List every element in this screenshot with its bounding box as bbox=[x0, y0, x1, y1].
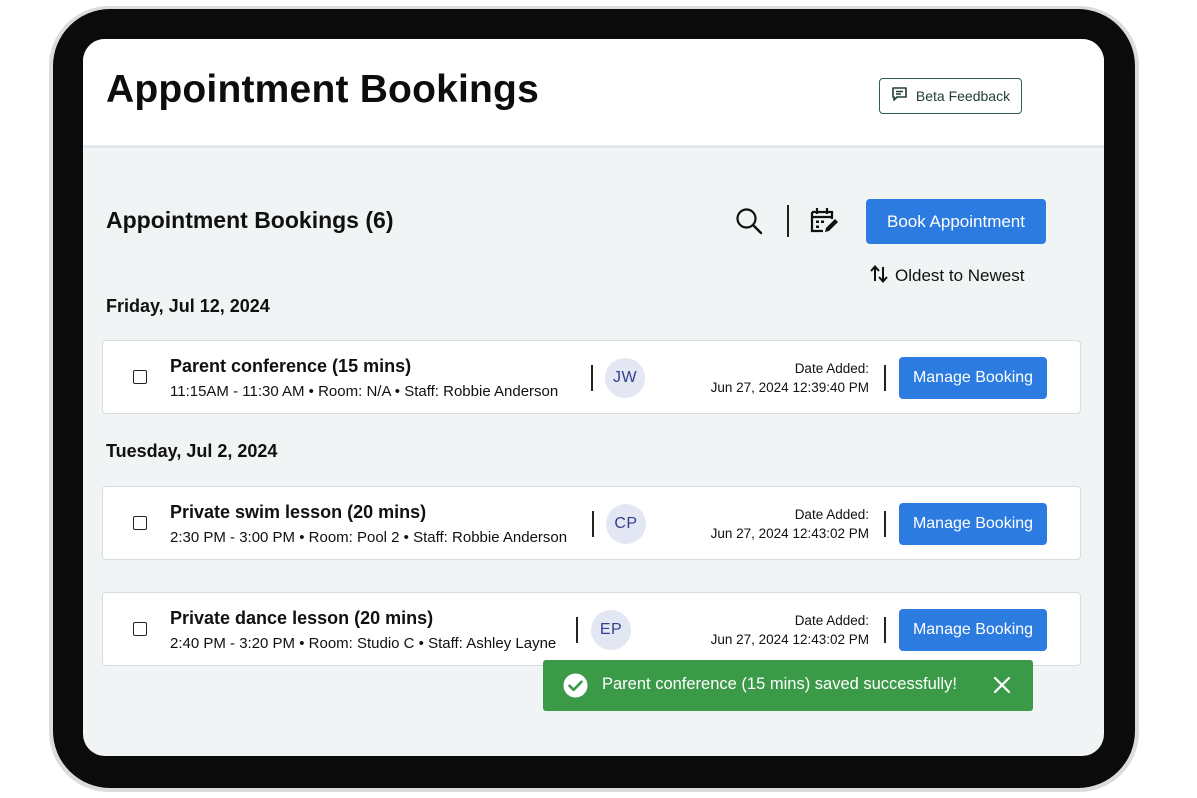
date-heading: Tuesday, Jul 2, 2024 bbox=[106, 441, 278, 461]
date-added: Date Added: Jun 27, 2024 12:43:02 PM bbox=[711, 505, 869, 543]
booking-details: 2:40 PM - 3:20 PM • Room: Studio C • Sta… bbox=[170, 635, 557, 652]
calendar-edit-icon[interactable] bbox=[809, 206, 841, 236]
success-toast: Parent conference (15 mins) saved succes… bbox=[543, 660, 1033, 711]
date-added-value: Jun 27, 2024 12:43:02 PM bbox=[710, 632, 869, 647]
toolbar-divider bbox=[787, 205, 789, 237]
card-divider bbox=[884, 365, 886, 391]
booking-title: Parent conference (15 mins) bbox=[170, 356, 412, 376]
manage-booking-button[interactable]: Manage Booking bbox=[899, 503, 1047, 545]
date-added-label: Date Added: bbox=[794, 613, 869, 628]
chat-icon bbox=[891, 86, 908, 107]
card-divider bbox=[884, 617, 886, 643]
booking-details: 2:30 PM - 3:00 PM • Room: Pool 2 • Staff… bbox=[170, 529, 568, 546]
page-header: Appointment Bookings Beta Feedback bbox=[83, 39, 1104, 148]
app-screen: Appointment Bookings Beta Feedback Appoi… bbox=[83, 39, 1104, 756]
sort-arrows-icon bbox=[869, 264, 889, 289]
booking-card: Private swim lesson (20 mins) 2:30 PM - … bbox=[102, 486, 1081, 560]
beta-feedback-label: Beta Feedback bbox=[915, 88, 1011, 104]
avatar: JW bbox=[605, 358, 645, 398]
page-title: Appointment Bookings bbox=[106, 68, 539, 111]
avatar: EP bbox=[591, 610, 631, 650]
section-title: Appointment Bookings (6) bbox=[106, 207, 394, 233]
booking-card: Parent conference (15 mins) 11:15AM - 11… bbox=[102, 340, 1081, 414]
check-circle-icon bbox=[563, 673, 588, 698]
card-divider bbox=[592, 511, 594, 537]
sort-label: Oldest to Newest bbox=[895, 266, 1025, 285]
date-added: Date Added: Jun 27, 2024 12:39:40 PM bbox=[711, 359, 869, 397]
booking-checkbox[interactable] bbox=[133, 516, 147, 530]
booking-checkbox[interactable] bbox=[133, 370, 147, 384]
date-added-label: Date Added: bbox=[794, 507, 869, 522]
toast-message: Parent conference (15 mins) saved succes… bbox=[602, 675, 957, 693]
booking-details: 11:15AM - 11:30 AM • Room: N/A • Staff: … bbox=[170, 383, 559, 400]
sort-toggle[interactable]: Oldest to Newest bbox=[869, 263, 1024, 289]
date-added-value: Jun 27, 2024 12:43:02 PM bbox=[710, 526, 869, 541]
avatar: CP bbox=[606, 504, 646, 544]
booking-card: Private dance lesson (20 mins) 2:40 PM -… bbox=[102, 592, 1081, 666]
manage-booking-button[interactable]: Manage Booking bbox=[899, 357, 1047, 399]
booking-title: Private swim lesson (20 mins) bbox=[170, 502, 427, 522]
search-icon[interactable] bbox=[734, 206, 764, 236]
manage-booking-button[interactable]: Manage Booking bbox=[899, 609, 1047, 651]
booking-checkbox[interactable] bbox=[133, 622, 147, 636]
card-divider bbox=[884, 511, 886, 537]
card-divider bbox=[576, 617, 578, 643]
close-icon[interactable] bbox=[992, 675, 1012, 695]
date-added: Date Added: Jun 27, 2024 12:43:02 PM bbox=[711, 611, 869, 649]
date-heading: Friday, Jul 12, 2024 bbox=[106, 296, 270, 316]
card-divider bbox=[591, 365, 593, 391]
beta-feedback-button[interactable]: Beta Feedback bbox=[879, 78, 1022, 114]
date-added-label: Date Added: bbox=[794, 361, 869, 376]
date-added-value: Jun 27, 2024 12:39:40 PM bbox=[710, 380, 869, 395]
booking-title: Private dance lesson (20 mins) bbox=[170, 608, 434, 628]
book-appointment-button[interactable]: Book Appointment bbox=[866, 199, 1046, 244]
